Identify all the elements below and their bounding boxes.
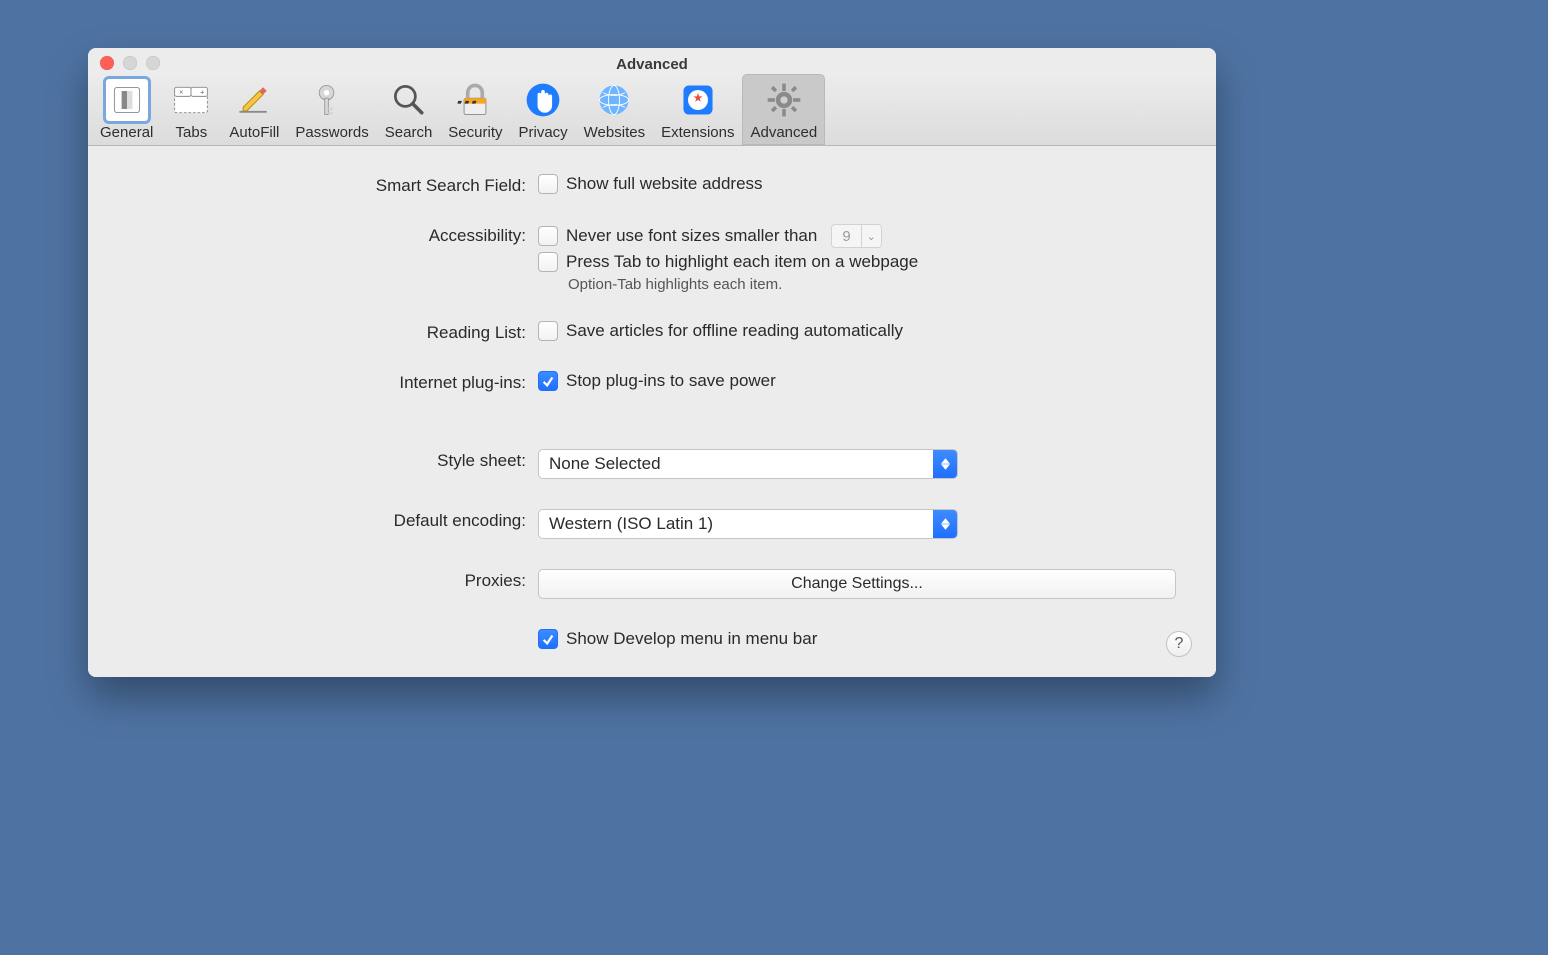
show-full-address-label: Show full website address [566, 174, 763, 194]
style-sheet-select[interactable]: None Selected [538, 449, 958, 479]
extensions-icon [676, 78, 720, 122]
close-window-button[interactable] [100, 56, 114, 70]
tab-label: Tabs [176, 124, 208, 141]
reading-list-label: Reading List: [128, 321, 538, 343]
stop-plugins-label: Stop plug-ins to save power [566, 371, 776, 391]
min-font-size-value: 9 [832, 225, 860, 247]
smart-search-label: Smart Search Field: [128, 174, 538, 196]
tab-label: AutoFill [229, 124, 279, 141]
tab-privacy[interactable]: Privacy [510, 74, 575, 145]
hand-icon [521, 78, 565, 122]
globe-icon [592, 78, 636, 122]
tab-tabs[interactable]: ×+ Tabs [161, 74, 221, 145]
tab-label: General [100, 124, 153, 141]
tab-label: Privacy [518, 124, 567, 141]
show-develop-menu-label: Show Develop menu in menu bar [566, 629, 817, 649]
min-font-size-checkbox[interactable] [538, 226, 558, 246]
plugins-label: Internet plug-ins: [128, 371, 538, 393]
advanced-pane: Smart Search Field: Show full website ad… [88, 146, 1216, 677]
minimize-window-button[interactable] [123, 56, 137, 70]
tab-label: Extensions [661, 124, 734, 141]
accessibility-hint: Option-Tab highlights each item. [568, 276, 1176, 293]
updown-arrows-icon [933, 450, 957, 478]
stop-plugins-checkbox[interactable] [538, 371, 558, 391]
save-offline-label: Save articles for offline reading automa… [566, 321, 903, 341]
preferences-window: Advanced General ×+ Tabs AutoFill [88, 48, 1216, 677]
key-icon [310, 78, 354, 122]
pencil-icon [232, 78, 276, 122]
change-settings-label: Change Settings... [791, 575, 923, 593]
titlebar: Advanced [88, 48, 1216, 74]
save-offline-checkbox[interactable] [538, 321, 558, 341]
tab-label: Advanced [750, 124, 817, 141]
tab-highlight-checkbox[interactable] [538, 252, 558, 272]
style-sheet-label: Style sheet: [128, 449, 538, 471]
default-encoding-value: Western (ISO Latin 1) [539, 510, 933, 538]
tab-websites[interactable]: Websites [576, 74, 653, 145]
gear-icon [762, 78, 806, 122]
min-font-size-stepper: 9 ⌄ [831, 224, 881, 248]
svg-text:×: × [180, 88, 184, 97]
change-settings-button[interactable]: Change Settings... [538, 569, 1176, 599]
show-full-address-checkbox[interactable] [538, 174, 558, 194]
zoom-window-button[interactable] [146, 56, 160, 70]
search-icon [387, 78, 431, 122]
tab-autofill[interactable]: AutoFill [221, 74, 287, 145]
accessibility-label: Accessibility: [128, 224, 538, 246]
window-controls [100, 56, 160, 70]
tab-passwords[interactable]: Passwords [287, 74, 376, 145]
tab-advanced[interactable]: Advanced [742, 74, 825, 145]
switch-icon [105, 78, 149, 122]
proxies-label: Proxies: [128, 569, 538, 591]
lock-icon [453, 78, 497, 122]
default-encoding-label: Default encoding: [128, 509, 538, 531]
tab-highlight-label: Press Tab to highlight each item on a we… [566, 252, 918, 272]
chevron-down-icon: ⌄ [861, 225, 881, 247]
tabs-icon: ×+ [169, 78, 213, 122]
tab-general[interactable]: General [92, 74, 161, 145]
tab-label: Websites [584, 124, 645, 141]
min-font-size-label: Never use font sizes smaller than [566, 226, 817, 246]
style-sheet-value: None Selected [539, 450, 933, 478]
tab-label: Security [448, 124, 502, 141]
show-develop-menu-checkbox[interactable] [538, 629, 558, 649]
default-encoding-select[interactable]: Western (ISO Latin 1) [538, 509, 958, 539]
svg-text:+: + [200, 88, 204, 97]
tab-search[interactable]: Search [377, 74, 441, 145]
tab-extensions[interactable]: Extensions [653, 74, 742, 145]
tab-label: Passwords [295, 124, 368, 141]
updown-arrows-icon [933, 510, 957, 538]
help-label: ? [1175, 635, 1184, 653]
help-button[interactable]: ? [1166, 631, 1192, 657]
window-title: Advanced [616, 56, 688, 73]
tab-security[interactable]: Security [440, 74, 510, 145]
preferences-toolbar: General ×+ Tabs AutoFill Passwords [88, 74, 1216, 146]
tab-label: Search [385, 124, 433, 141]
